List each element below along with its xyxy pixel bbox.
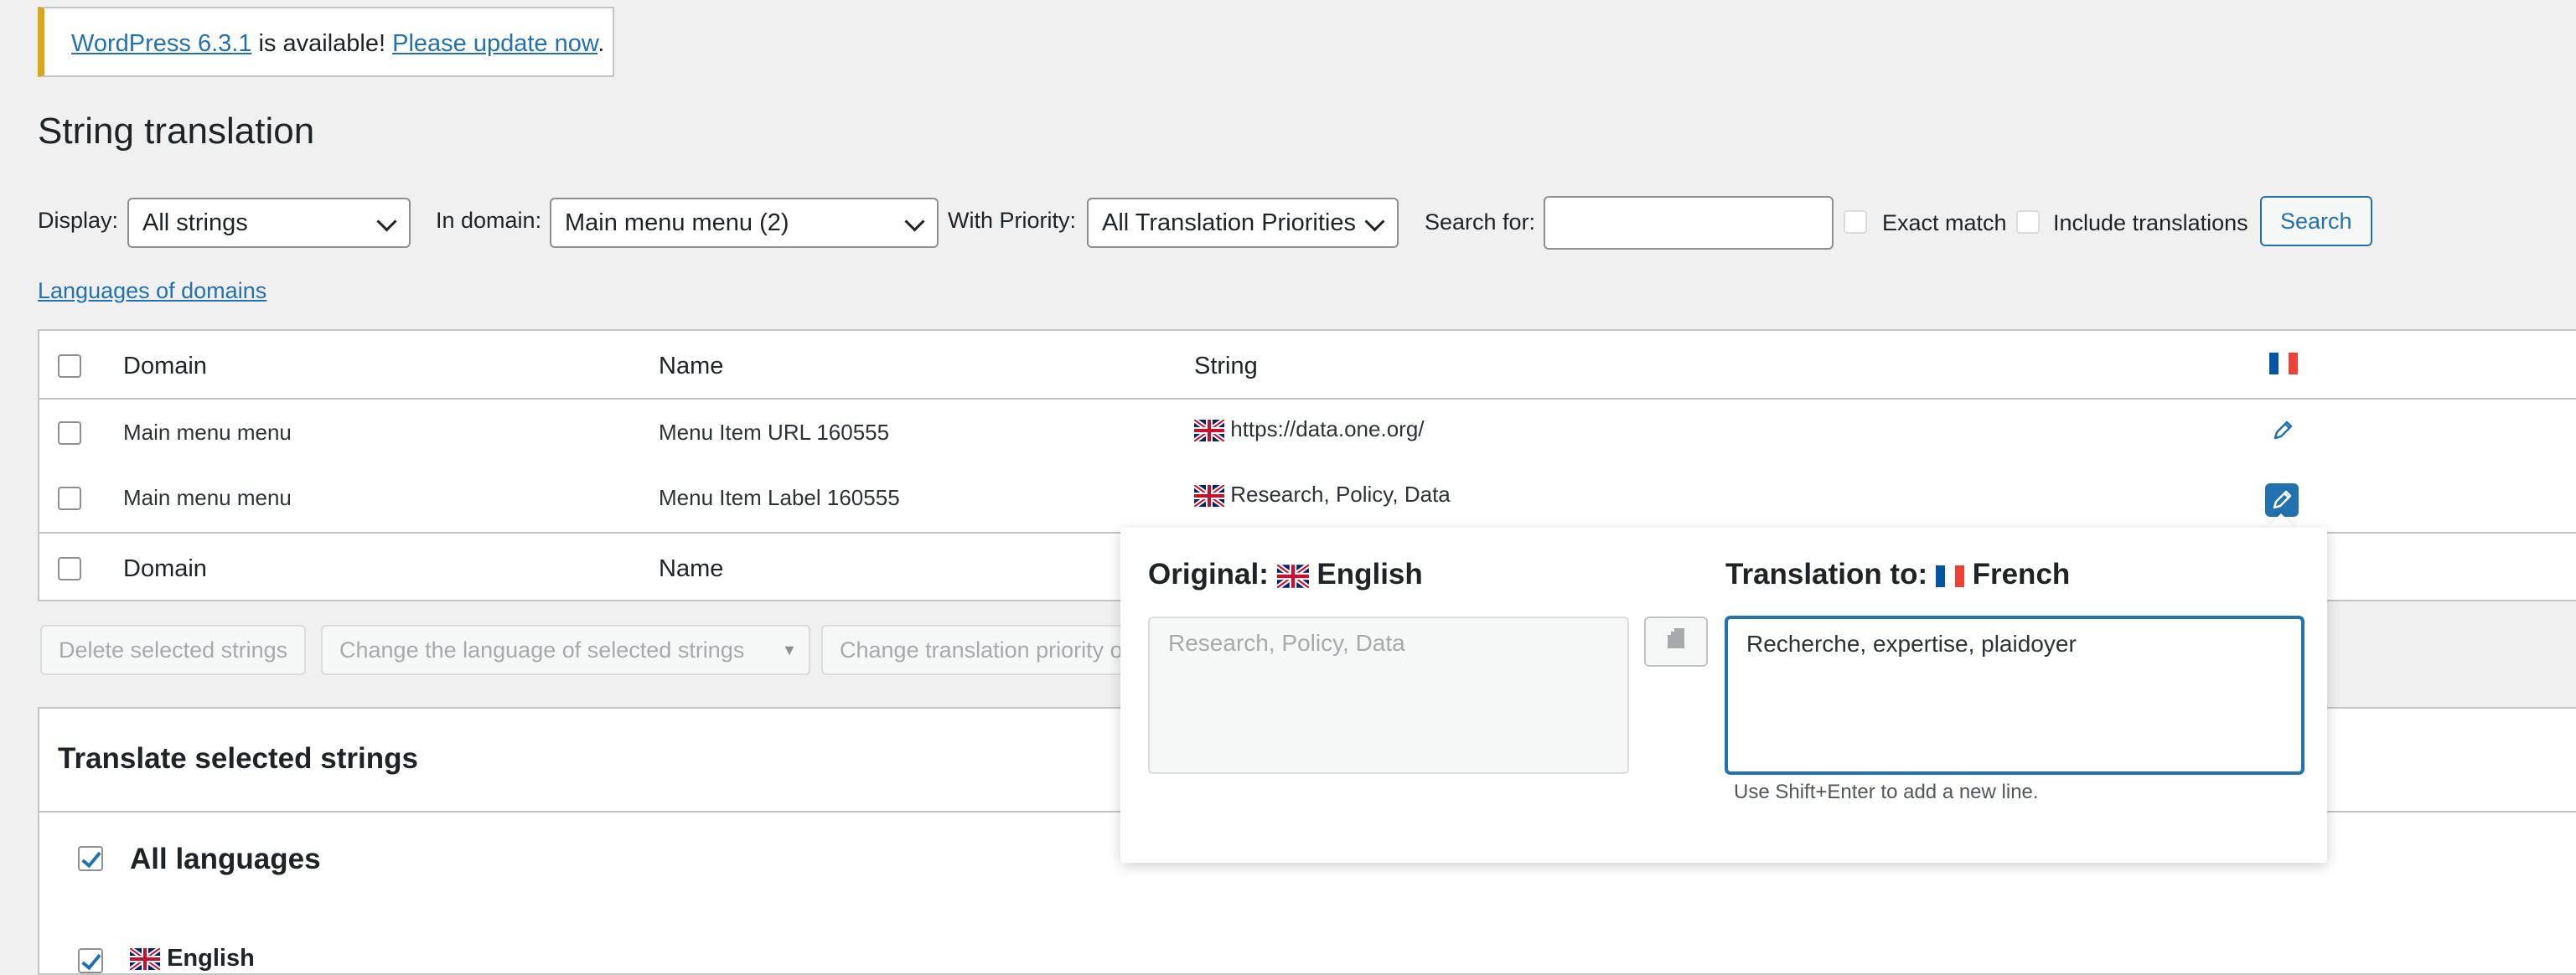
- original-label: Original:: [1148, 558, 1269, 591]
- page-title: String translation: [38, 111, 315, 152]
- column-header-domain[interactable]: Domain: [123, 353, 207, 380]
- priority-value: All Translation Priorities: [1102, 209, 1356, 236]
- row-checkbox[interactable]: [58, 487, 81, 510]
- change-language-select[interactable]: Change the language of selected strings …: [321, 625, 810, 675]
- update-now-link[interactable]: Please update now: [392, 30, 597, 57]
- uk-flag-icon: [1194, 420, 1224, 442]
- translation-text-area[interactable]: Recherche, expertise, plaidoyer: [1725, 616, 2304, 774]
- priority-label: With Priority:: [948, 208, 1077, 233]
- pencil-icon[interactable]: [2265, 483, 2299, 517]
- row-string-text: Research, Policy, Data: [1230, 482, 1451, 507]
- french-flag-icon: [1935, 565, 1964, 587]
- row-domain: Main menu menu: [123, 420, 292, 445]
- french-flag-icon: [2269, 353, 2298, 374]
- caret-down-icon: ▼: [782, 642, 797, 658]
- row-checkbox[interactable]: [58, 421, 81, 445]
- exact-match-label: Exact match: [1882, 210, 2007, 235]
- copy-original-button[interactable]: [1644, 616, 1708, 667]
- select-all-footer-checkbox[interactable]: [58, 557, 81, 580]
- search-input[interactable]: [1544, 196, 1834, 250]
- domain-select[interactable]: Main menu menu (2): [550, 198, 939, 248]
- english-checkbox[interactable]: [78, 948, 103, 973]
- include-translations-label: Include translations: [2053, 210, 2248, 235]
- row-string-text: https://data.one.org/: [1230, 416, 1425, 441]
- display-value: All strings: [142, 209, 248, 236]
- display-select[interactable]: All strings: [127, 198, 411, 248]
- table-row: Main menu menu Menu Item URL 160555 http…: [39, 400, 2576, 465]
- all-languages-label: All languages: [130, 843, 321, 875]
- copy-icon: [1668, 628, 1684, 648]
- notice-end: .: [597, 30, 605, 57]
- english-label-text: English: [167, 945, 255, 972]
- change-priority-select[interactable]: Change translation priority of selected …: [821, 625, 1156, 675]
- all-languages-checkbox[interactable]: [78, 846, 103, 871]
- languages-of-domains-link[interactable]: Languages of domains: [38, 278, 266, 304]
- row-domain: Main menu menu: [123, 485, 292, 510]
- translation-label: Translation to:: [1725, 558, 1928, 591]
- display-label: Display:: [38, 208, 119, 233]
- delete-selected-button[interactable]: Delete selected strings: [40, 625, 307, 675]
- chevron-down-icon: [376, 211, 397, 232]
- shift-enter-hint: Use Shift+Enter to add a new line.: [1734, 781, 2039, 803]
- translation-popup: Original: English Research, Policy, Data…: [1120, 528, 2327, 863]
- uk-flag-icon: [1194, 485, 1224, 508]
- translate-box-title: Translate selected strings: [58, 742, 418, 775]
- include-translations-checkbox[interactable]: [2016, 210, 2040, 234]
- change-priority-value: Change translation priority of selected …: [840, 637, 1155, 663]
- notice-text: is available!: [251, 30, 393, 57]
- original-text-area: Research, Policy, Data: [1148, 616, 1629, 774]
- row-name: Menu Item Label 160555: [659, 485, 900, 510]
- column-header-name[interactable]: Name: [659, 353, 723, 380]
- original-language: English: [1316, 558, 1423, 591]
- translation-heading: Translation to: French: [1725, 558, 2070, 591]
- priority-select[interactable]: All Translation Priorities: [1087, 198, 1399, 248]
- uk-flag-icon: [130, 948, 160, 971]
- chevron-down-icon: [904, 211, 925, 232]
- exact-match-checkbox[interactable]: [1844, 210, 1867, 234]
- row-string: https://data.one.org/: [1194, 416, 1425, 442]
- footer-header-domain[interactable]: Domain: [123, 555, 207, 583]
- row-name: Menu Item URL 160555: [659, 420, 890, 445]
- search-label: Search for:: [1425, 209, 1536, 235]
- original-heading: Original: English: [1148, 558, 1423, 591]
- footer-header-name[interactable]: Name: [659, 555, 723, 583]
- english-language-label: English: [130, 945, 255, 972]
- change-language-value: Change the language of selected strings: [339, 637, 745, 663]
- uk-flag-icon: [1276, 564, 1309, 588]
- pencil-icon[interactable]: [2268, 416, 2297, 445]
- translation-language: French: [1972, 558, 2071, 591]
- column-header-string[interactable]: String: [1194, 353, 1258, 380]
- chevron-down-icon: [1364, 211, 1385, 232]
- domain-label: In domain:: [436, 208, 542, 233]
- wordpress-version-link[interactable]: WordPress 6.3.1: [71, 30, 251, 57]
- select-all-checkbox[interactable]: [58, 354, 81, 378]
- update-notice: WordPress 6.3.1 is available! Please upd…: [38, 7, 614, 77]
- domain-value: Main menu menu (2): [565, 209, 789, 236]
- search-button[interactable]: Search: [2260, 196, 2372, 246]
- table-row: Main menu menu Menu Item Label 160555 Re…: [39, 465, 2576, 530]
- row-string: Research, Policy, Data: [1194, 482, 1451, 508]
